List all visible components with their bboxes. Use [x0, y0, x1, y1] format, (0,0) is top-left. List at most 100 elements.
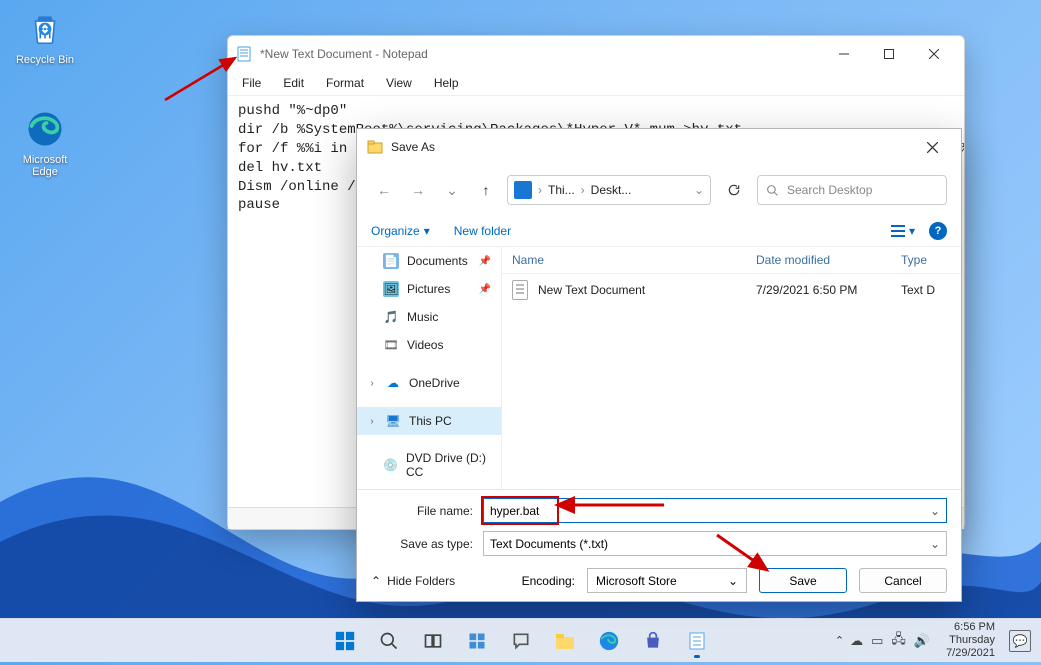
chevron-down-icon[interactable]: ⌄ — [694, 183, 704, 197]
chevron-up-icon: ⌃ — [371, 574, 381, 588]
notepad-title-text: *New Text Document - Notepad — [260, 47, 428, 61]
menu-format[interactable]: Format — [322, 74, 368, 92]
chevron-down-icon: ▾ — [909, 224, 915, 238]
minimize-button[interactable] — [821, 39, 866, 69]
filename-input[interactable]: hyper.bat ⌄ — [483, 498, 947, 523]
cancel-button[interactable]: Cancel — [859, 568, 947, 593]
encoding-label: Encoding: — [522, 574, 575, 588]
nav-up-button[interactable]: ↑ — [473, 177, 499, 203]
breadcrumb[interactable]: › Thi... › Deskt... ⌄ — [507, 175, 711, 205]
save-as-dialog: Save As ← → ⌄ ↑ › Thi... › Deskt... ⌄ Se… — [356, 128, 962, 602]
chat-button[interactable] — [502, 622, 540, 660]
widgets-button[interactable] — [458, 622, 496, 660]
edge-label: Microsoft Edge — [23, 154, 68, 178]
menu-edit[interactable]: Edit — [279, 74, 308, 92]
store-button[interactable] — [634, 622, 672, 660]
menu-file[interactable]: File — [238, 74, 265, 92]
clock-date: 7/29/2021 — [946, 647, 995, 660]
notepad-icon — [236, 46, 252, 62]
save-as-close-button[interactable] — [913, 132, 951, 162]
view-mode-button[interactable]: ▾ — [891, 224, 915, 238]
meet-now-icon[interactable]: ▭ — [871, 633, 883, 649]
taskbar: ⌃ ☁ ▭ 🖧 🔊 6:56 PM Thursday 7/29/2021 💬 — [0, 618, 1041, 662]
onedrive-tray-icon[interactable]: ☁ — [850, 633, 863, 649]
save-as-titlebar[interactable]: Save As — [357, 129, 961, 165]
videos-icon: 🎞 — [383, 337, 399, 353]
recycle-bin-glyph — [24, 8, 66, 50]
taskbar-search-button[interactable] — [370, 622, 408, 660]
tree-documents[interactable]: 📄Documents📌 — [357, 247, 501, 275]
nav-recent-button[interactable]: ⌄ — [439, 177, 465, 203]
notifications-button[interactable]: 💬 — [1009, 630, 1031, 652]
edge-glyph — [24, 108, 66, 150]
nav-forward-button[interactable]: → — [405, 177, 431, 203]
search-placeholder: Search Desktop — [787, 183, 872, 197]
recycle-bin-icon[interactable]: Recycle Bin — [10, 8, 80, 66]
encoding-select[interactable]: Microsoft Store ⌄ — [587, 568, 747, 593]
tree-thispc[interactable]: ›🖥This PC — [357, 407, 501, 435]
this-pc-icon — [514, 181, 532, 199]
organize-button[interactable]: Organize ▾ — [371, 224, 430, 238]
documents-icon: 📄 — [383, 253, 399, 269]
file-list-header[interactable]: Name Date modified Type — [502, 247, 961, 274]
file-date-cell: 7/29/2021 6:50 PM — [756, 283, 901, 297]
chevron-down-icon[interactable]: ⌄ — [930, 504, 940, 518]
new-folder-button[interactable]: New folder — [454, 224, 511, 238]
volume-icon[interactable]: 🔊 — [914, 633, 930, 649]
save-as-folder-icon — [367, 139, 383, 155]
maximize-button[interactable] — [866, 39, 911, 69]
pin-icon: 📌 — [479, 256, 491, 267]
help-button[interactable]: ? — [929, 222, 947, 240]
tree-onedrive[interactable]: ›☁OneDrive — [357, 369, 501, 397]
taskbar-clock[interactable]: 6:56 PM Thursday 7/29/2021 — [946, 621, 995, 661]
chevron-right-icon: › — [581, 183, 585, 197]
chevron-down-icon[interactable]: ⌄ — [930, 537, 940, 551]
column-type[interactable]: Type — [901, 253, 951, 267]
edge-icon[interactable]: Microsoft Edge — [10, 108, 80, 178]
menu-view[interactable]: View — [382, 74, 416, 92]
tree-dvd[interactable]: 💿DVD Drive (D:) CC — [357, 445, 501, 485]
column-date[interactable]: Date modified — [756, 253, 901, 267]
save-as-title-text: Save As — [391, 140, 435, 154]
taskbar-center — [326, 622, 716, 660]
tree-pictures[interactable]: 🖼Pictures📌 — [357, 275, 501, 303]
chevron-down-icon[interactable]: ⌄ — [728, 574, 738, 588]
clock-day: Thursday — [946, 634, 995, 647]
network-icon[interactable]: 🖧 — [891, 630, 906, 652]
music-icon: 🎵 — [383, 309, 399, 325]
start-button[interactable] — [326, 622, 364, 660]
list-view-icon — [891, 224, 905, 238]
hide-folders-button[interactable]: ⌃ Hide Folders — [371, 574, 455, 588]
tree-videos[interactable]: 🎞Videos — [357, 331, 501, 359]
this-pc-icon: 🖥 — [385, 413, 401, 429]
chevron-down-icon: ▾ — [424, 224, 430, 238]
chevron-right-icon: › — [367, 378, 377, 389]
notepad-taskbar-button[interactable] — [678, 622, 716, 660]
refresh-button[interactable] — [719, 175, 749, 205]
breadcrumb-thispc[interactable]: Thi... — [548, 183, 575, 197]
folder-tree: 📄Documents📌 🖼Pictures📌 🎵Music 🎞Videos ›☁… — [357, 247, 502, 489]
file-row[interactable]: New Text Document 7/29/2021 6:50 PM Text… — [502, 274, 961, 306]
notepad-titlebar[interactable]: *New Text Document - Notepad — [228, 36, 964, 71]
menu-help[interactable]: Help — [430, 74, 463, 92]
breadcrumb-desktop[interactable]: Deskt... — [591, 183, 632, 197]
save-as-toolbar: Organize ▾ New folder ▾ ? — [357, 215, 961, 247]
task-view-button[interactable] — [414, 622, 452, 660]
chevron-right-icon: › — [538, 183, 542, 197]
column-name[interactable]: Name — [512, 253, 756, 267]
save-button[interactable]: Save — [759, 568, 847, 593]
filetype-select[interactable]: Text Documents (*.txt) ⌄ — [483, 531, 947, 556]
explorer-button[interactable] — [546, 622, 584, 660]
file-type-cell: Text D — [901, 283, 951, 297]
nav-back-button[interactable]: ← — [371, 177, 397, 203]
search-input[interactable]: Search Desktop — [757, 175, 947, 205]
close-button[interactable] — [911, 39, 956, 69]
clock-time: 6:56 PM — [946, 621, 995, 634]
tray-chevron-icon[interactable]: ⌃ — [835, 634, 844, 647]
notepad-menubar: File Edit Format View Help — [228, 71, 964, 96]
pin-icon: 📌 — [479, 284, 491, 295]
save-as-form: File name: hyper.bat ⌄ Save as type: Tex… — [357, 489, 961, 601]
tree-music[interactable]: 🎵Music — [357, 303, 501, 331]
edge-taskbar-button[interactable] — [590, 622, 628, 660]
chevron-right-icon: › — [367, 416, 377, 427]
